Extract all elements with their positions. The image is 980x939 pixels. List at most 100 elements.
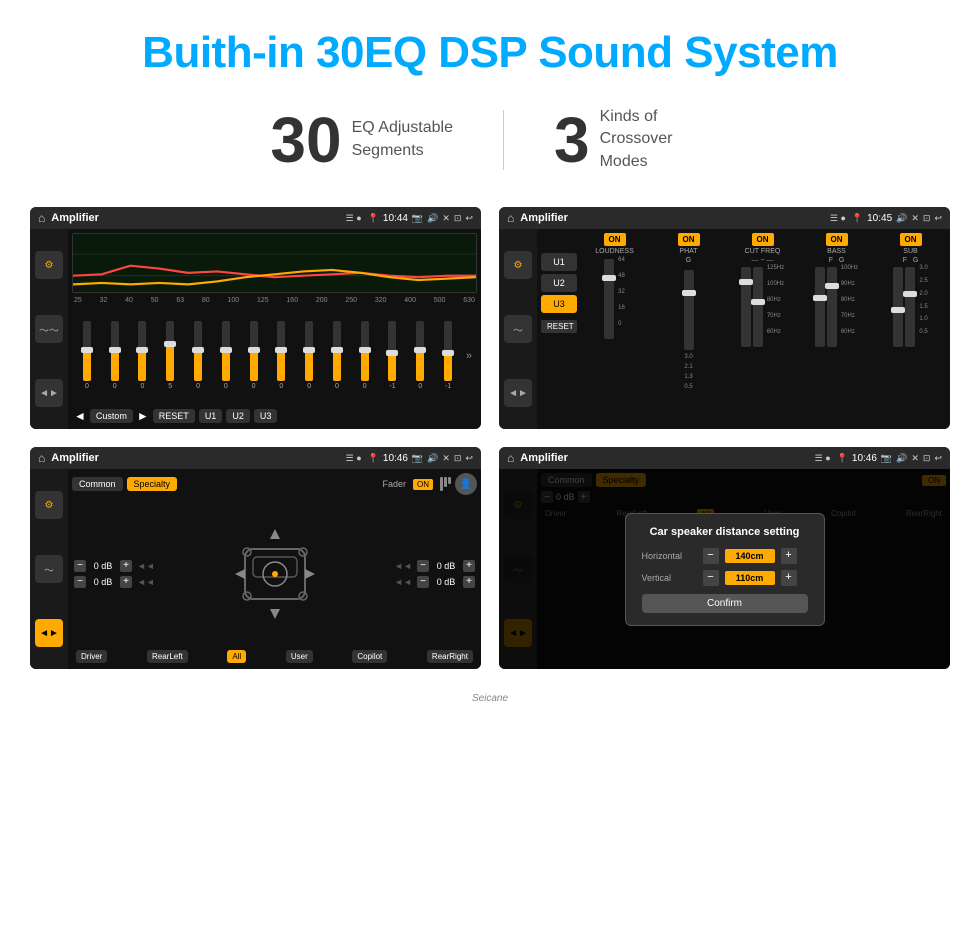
horizontal-minus-btn[interactable]: −	[703, 548, 719, 564]
rearright-btn[interactable]: RearRight	[427, 650, 473, 663]
fader-on[interactable]: ON	[413, 479, 433, 490]
eq-slider-8[interactable]: 0	[296, 321, 322, 390]
status-bar-1: ⌂ Amplifier ☰ ● 📍 10:44 📷 🔊 ✕ ⊡ ↩	[30, 207, 481, 229]
horizontal-plus-btn[interactable]: +	[781, 548, 797, 564]
crossover-bands: ON LOUDNESS 644832160 ON	[579, 233, 946, 425]
u2-btn[interactable]: U2	[226, 409, 250, 423]
prev-btn[interactable]: ◄	[74, 409, 86, 423]
back-icon-2[interactable]: ↩	[934, 213, 942, 224]
stat-eq-label: EQ AdjustableSegments	[352, 117, 453, 162]
expand-arrows[interactable]: »	[463, 350, 475, 362]
app-title-2: Amplifier	[520, 212, 824, 224]
eq-slider-4[interactable]: 0	[185, 321, 211, 390]
eq-slider-3[interactable]: 5	[157, 321, 183, 390]
crossover-reset-btn[interactable]: RESET	[541, 320, 577, 333]
eq-slider-11[interactable]: -1	[380, 321, 406, 390]
common-btn[interactable]: Common	[72, 477, 123, 491]
band-cutfreq: ON CUT FREQ — ~ — 125Hz100Hz80Hz70Hz60	[727, 233, 798, 425]
eq-graph	[72, 233, 477, 293]
stat-eq: 30 EQ AdjustableSegments	[220, 108, 503, 172]
eq-bottom: ◄ Custom ► RESET U1 U2 U3	[72, 405, 477, 425]
home-icon-4[interactable]: ⌂	[507, 451, 514, 465]
reset-btn[interactable]: RESET	[153, 409, 195, 423]
status-bar-3: ⌂ Amplifier ☰ ● 📍 10:46 📷 🔊 ✕ ⊡ ↩	[30, 447, 481, 469]
phat-slider-1[interactable]	[684, 270, 694, 350]
eq-slider-5[interactable]: 0	[213, 321, 239, 390]
cross-speaker-btn[interactable]: ◄►	[504, 379, 532, 407]
vol-minus-rr[interactable]: −	[417, 576, 429, 588]
cross-wave-btn[interactable]: 〜	[504, 315, 532, 343]
eq-slider-2[interactable]: 0	[130, 321, 156, 390]
vol-minus-rl[interactable]: −	[74, 576, 86, 588]
copilot-btn[interactable]: Copilot	[352, 650, 387, 663]
eq-slider-6[interactable]: 0	[241, 321, 267, 390]
user-icon[interactable]: 👤	[455, 473, 477, 495]
u1-preset-btn[interactable]: U1	[541, 253, 577, 271]
vol-plus-rl[interactable]: +	[120, 576, 132, 588]
eq-wave-btn[interactable]: 〜〜	[35, 315, 63, 343]
u3-preset-btn[interactable]: U3	[541, 295, 577, 313]
bass-on-btn[interactable]: ON	[826, 233, 848, 246]
eq-slider-10[interactable]: 0	[352, 321, 378, 390]
eq-freq-labels: 253240506380100125160200250320400500630	[72, 297, 477, 304]
time-2: 10:45	[867, 213, 892, 224]
bass-slider-2[interactable]	[827, 267, 837, 347]
back-icon-4[interactable]: ↩	[934, 453, 942, 464]
u2-preset-btn[interactable]: U2	[541, 274, 577, 292]
cutfreq-on-btn[interactable]: ON	[752, 233, 774, 246]
loudness-on-btn[interactable]: ON	[604, 233, 626, 246]
next-btn[interactable]: ►	[137, 409, 149, 423]
cutfreq-slider-2[interactable]	[753, 267, 763, 347]
spk-settings-btn[interactable]: ⚙	[35, 491, 63, 519]
specialty-btn[interactable]: Specialty	[127, 477, 178, 491]
driver-btn[interactable]: Driver	[76, 650, 107, 663]
back-icon-1[interactable]: ↩	[465, 213, 473, 224]
eq-slider-12[interactable]: 0	[407, 321, 433, 390]
bass-slider-1[interactable]	[815, 267, 825, 347]
spk-speaker-btn[interactable]: ◄►	[35, 619, 63, 647]
stats-row: 30 EQ AdjustableSegments 3 Kinds ofCross…	[0, 88, 980, 197]
home-icon-2[interactable]: ⌂	[507, 211, 514, 225]
cross-settings-btn[interactable]: ⚙	[504, 251, 532, 279]
eq-slider-1[interactable]: 0	[102, 321, 128, 390]
vol-minus-fl[interactable]: −	[74, 560, 86, 572]
vol-plus-fl[interactable]: +	[120, 560, 132, 572]
close-icon-1: ✕	[442, 213, 450, 224]
vol-plus-rr[interactable]: +	[463, 576, 475, 588]
home-icon-3[interactable]: ⌂	[38, 451, 45, 465]
location-icon-1: 📍	[368, 213, 379, 224]
spk-wave-btn[interactable]: 〜	[35, 555, 63, 583]
cutfreq-slider-1[interactable]	[741, 267, 751, 347]
vol-minus-fr[interactable]: −	[417, 560, 429, 572]
phat-on-btn[interactable]: ON	[678, 233, 700, 246]
u1-btn[interactable]: U1	[199, 409, 223, 423]
app-title-4: Amplifier	[520, 452, 808, 464]
eq-slider-7[interactable]: 0	[268, 321, 294, 390]
vertical-plus-btn[interactable]: +	[781, 570, 797, 586]
eq-slider-0[interactable]: 0	[74, 321, 100, 390]
screen-icon-1: ⊡	[454, 213, 462, 224]
eq-slider-13[interactable]: -1	[435, 321, 461, 390]
user-btn[interactable]: User	[286, 650, 313, 663]
custom-btn[interactable]: Custom	[90, 409, 133, 423]
eq-speaker-btn[interactable]: ◄►	[35, 379, 63, 407]
volume-icon-1: 🔊	[427, 213, 438, 224]
all-btn[interactable]: All	[227, 650, 246, 663]
back-icon-3[interactable]: ↩	[465, 453, 473, 464]
sub-slider-2[interactable]	[905, 267, 915, 347]
sub-slider-1[interactable]	[893, 267, 903, 347]
bass-freq: 100Hz90Hz80Hz70Hz60Hz	[841, 265, 858, 335]
u3-btn[interactable]: U3	[254, 409, 278, 423]
dialog-horizontal-row: Horizontal − 140cm +	[642, 548, 808, 564]
vertical-minus-btn[interactable]: −	[703, 570, 719, 586]
eq-sliders[interactable]: 0 0 0 5 0	[72, 306, 477, 405]
confirm-button[interactable]: Confirm	[642, 594, 808, 613]
home-icon-1[interactable]: ⌂	[38, 211, 45, 225]
sub-on-btn[interactable]: ON	[900, 233, 922, 246]
close-icon-4: ✕	[911, 453, 919, 464]
eq-slider-9[interactable]: 0	[324, 321, 350, 390]
vol-plus-fr[interactable]: +	[463, 560, 475, 572]
loudness-slider-1[interactable]	[604, 259, 614, 339]
eq-settings-btn[interactable]: ⚙	[35, 251, 63, 279]
rearleft-btn[interactable]: RearLeft	[147, 650, 188, 663]
